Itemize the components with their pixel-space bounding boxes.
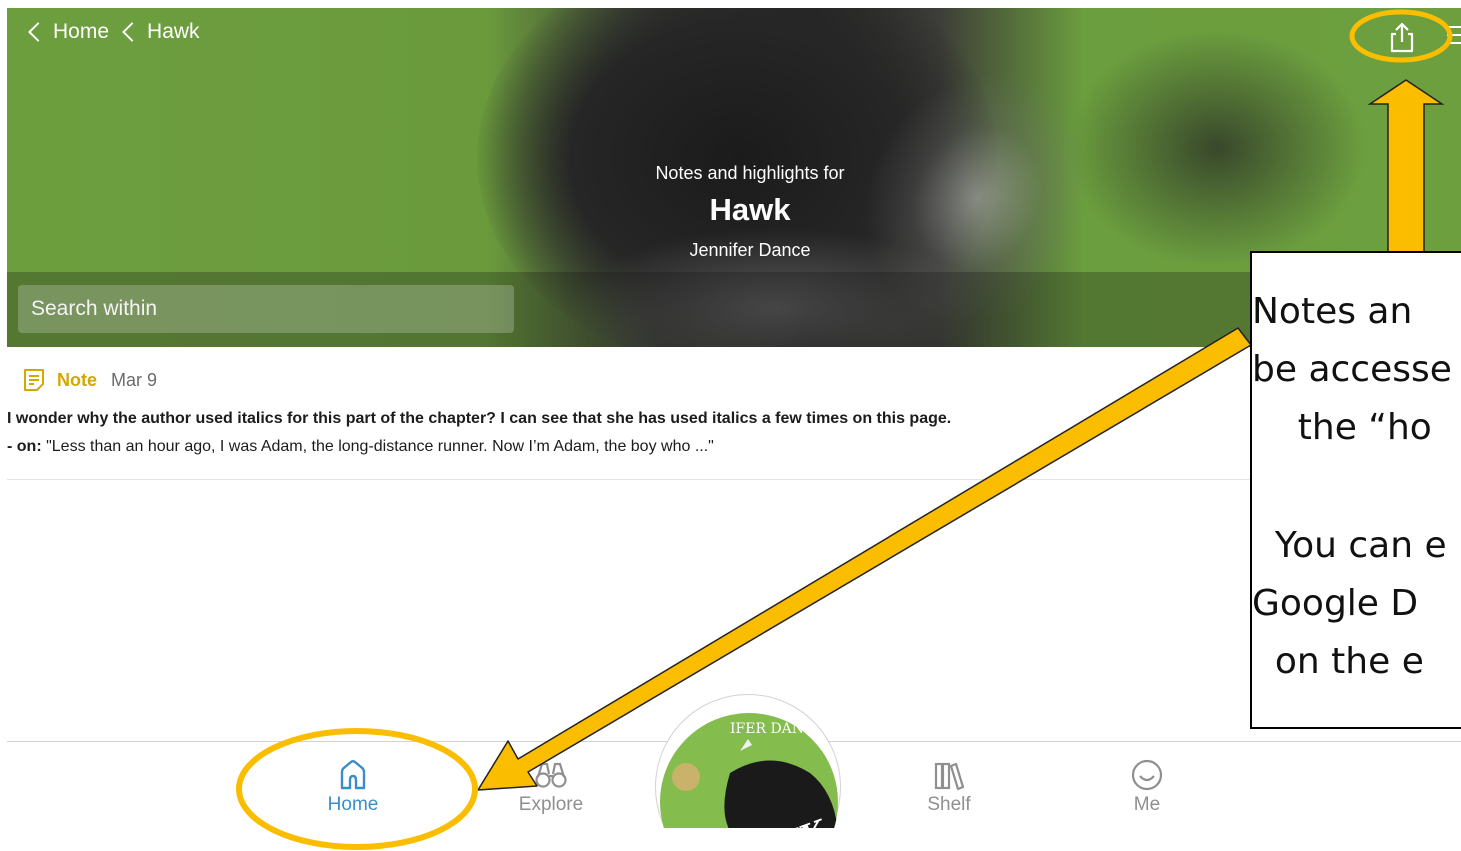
annotation-circle-home [236,728,478,850]
annotation-circle-share [1349,9,1453,63]
callout-text-2: You can e Google D on the e [1252,525,1447,682]
callout-text-1: Notes an be accesse the “ho [1252,291,1452,448]
annotation-arrow-diagonal [477,327,1252,791]
annotation-callout: Notes an be accesse the “ho You can e Goog… [1250,251,1461,729]
annotation-arrow-up [1367,79,1445,255]
tutorial-annotations [236,9,1453,850]
